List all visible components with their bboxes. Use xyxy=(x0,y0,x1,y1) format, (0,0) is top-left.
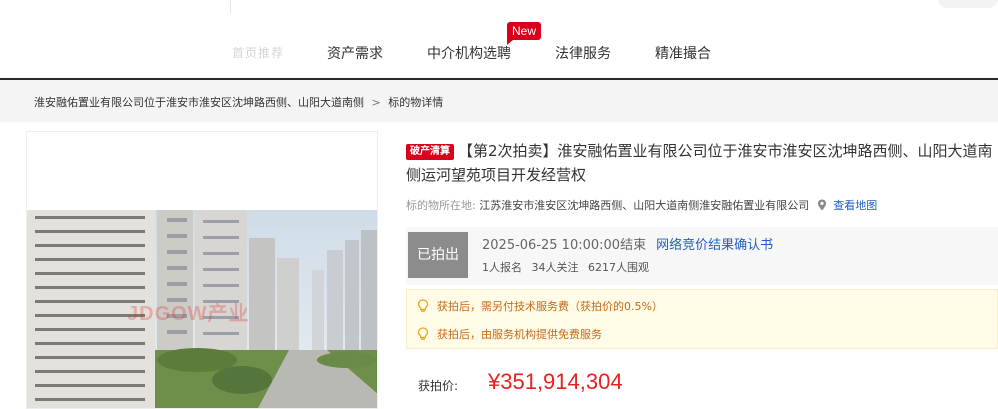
top-search-pill[interactable] xyxy=(938,0,998,8)
notice-item: 获拍后，需另付技术服务费（获拍价的0.5%） xyxy=(417,298,663,314)
auction-stats: 1人报名 34人关注 6217人围观 xyxy=(482,259,655,275)
price-row: 获拍价: ¥351,914,304 xyxy=(406,365,998,405)
result-confirmation-link[interactable]: 网络竞价结果确认书 xyxy=(656,238,773,253)
auction-time-row: 2025-06-25 10:00:00结束 网络竞价结果确认书 xyxy=(482,234,773,253)
location-row: 标的物所在地: 江苏淮安市淮安区沈坤路西侧、山阳大道南侧淮安融佑置业有限公司 查… xyxy=(406,197,877,213)
location-value: 江苏淮安市淮安区沈坤路西侧、山阳大道南侧淮安融佑置业有限公司 xyxy=(479,199,810,212)
breadcrumb: 淮安融佑置业有限公司位于淮安市淮安区沈坤路西侧、山阳大道南侧 > 标的物详情 xyxy=(34,94,443,110)
breadcrumb-bar: 淮安融佑置业有限公司位于淮安市淮安区沈坤路西侧、山阳大道南侧 > 标的物详情 xyxy=(0,80,998,122)
item-image-panel[interactable]: JDGOW产业 xyxy=(26,131,378,409)
lightbulb-icon xyxy=(417,299,429,312)
lightbulb-icon xyxy=(417,327,429,340)
top-divider xyxy=(230,0,231,14)
notice-box: 获拍后，需另付技术服务费（获拍价的0.5%） 获拍后，由服务机构提供免费服务 xyxy=(406,289,998,349)
nav-item-asset-demand[interactable]: 资产需求 xyxy=(327,43,383,63)
nav-item-precise-matching[interactable]: 精准撮合 xyxy=(655,43,711,63)
nav-item-agency-selection[interactable]: 中介机构选聘 xyxy=(427,43,511,63)
breadcrumb-parent-link[interactable]: 淮安融佑置业有限公司位于淮安市淮安区沈坤路西侧、山阳大道南侧 xyxy=(34,96,364,109)
view-map-link[interactable]: 查看地图 xyxy=(833,199,877,212)
top-strip xyxy=(0,0,998,16)
notice-text: 获拍后，由服务机构提供免费服务 xyxy=(437,328,602,341)
price-label: 获拍价: xyxy=(418,379,459,393)
nav-item-faded[interactable]: 首页推荐 xyxy=(232,44,284,61)
item-detail-panel: 破产清算 【第2次拍卖】淮安融佑置业有限公司位于淮安市淮安区沈坤路西侧、山阳大道南… xyxy=(406,131,998,409)
follows-count: 34人关注 xyxy=(531,261,579,274)
item-title: 【第2次拍卖】淮安融佑置业有限公司位于淮安市淮安区沈坤路西侧、山阳大道南侧运河望… xyxy=(406,142,993,184)
location-label: 标的物所在地: xyxy=(406,199,476,212)
item-title-block: 破产清算 【第2次拍卖】淮安融佑置业有限公司位于淮安市淮安区沈坤路西侧、山阳大道南… xyxy=(406,139,998,187)
auction-status-box: 已拍出 2025-06-25 10:00:00结束 网络竞价结果确认书 1人报名 … xyxy=(406,227,998,285)
new-badge: New xyxy=(507,22,542,45)
notice-text: 获拍后，需另付技术服务费（获拍价的0.5%） xyxy=(437,300,663,313)
winning-price: ¥351,914,304 xyxy=(488,369,623,394)
notice-item: 获拍后，由服务机构提供免费服务 xyxy=(417,326,602,342)
bankruptcy-tag: 破产清算 xyxy=(406,144,454,160)
auction-end-time: 2025-06-25 10:00:00结束 xyxy=(482,238,647,253)
views-count: 6217人围观 xyxy=(588,261,649,274)
sold-status-badge: 已拍出 xyxy=(408,232,468,278)
breadcrumb-separator: > xyxy=(371,95,381,109)
breadcrumb-current: 标的物详情 xyxy=(388,96,444,109)
map-pin-icon[interactable] xyxy=(816,199,828,211)
image-watermark: JDGOW产业 xyxy=(127,303,250,325)
main-nav: 首页推荐 资产需求 中介机构选聘 New 法律服务 精准撮合 xyxy=(0,16,998,78)
nav-item-legal-services[interactable]: 法律服务 xyxy=(555,43,611,63)
registrations-count: 1人报名 xyxy=(482,261,522,274)
